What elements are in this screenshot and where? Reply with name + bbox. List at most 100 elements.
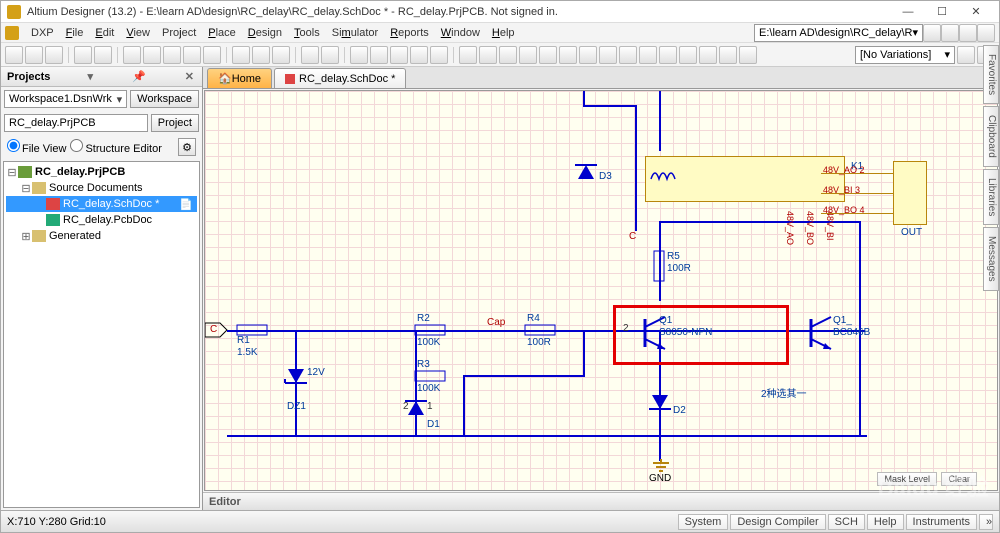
note-text: 2种选其一 <box>761 385 807 400</box>
menu-window[interactable]: Window <box>435 25 486 41</box>
rtab-messages[interactable]: Messages <box>983 227 999 291</box>
tb-new[interactable] <box>5 46 23 64</box>
sb-design-compiler[interactable]: Design Compiler <box>730 514 825 530</box>
menu-dxp[interactable]: DXP <box>25 25 60 41</box>
tb-2[interactable] <box>370 46 388 64</box>
tb-e[interactable] <box>203 46 221 64</box>
tb-net[interactable] <box>499 46 517 64</box>
tb-a[interactable] <box>123 46 141 64</box>
tb-nav1[interactable] <box>923 24 941 42</box>
tb-copy[interactable] <box>252 46 270 64</box>
tree-source-docs[interactable]: ⊟Source Documents <box>6 180 197 196</box>
tb-save[interactable] <box>45 46 63 64</box>
tree-generated[interactable]: ⊞Generated <box>6 228 197 244</box>
tb-nav3[interactable] <box>959 24 977 42</box>
menu-edit[interactable]: Edit <box>89 25 120 41</box>
tb-undo[interactable] <box>301 46 319 64</box>
path-combo[interactable]: E:\learn AD\design\RC_delay\R▾ <box>754 24 923 42</box>
window-title: Altium Designer (13.2) - E:\learn AD\des… <box>27 6 891 18</box>
panel-close-icon[interactable]: ✕ <box>183 70 196 83</box>
projects-tree[interactable]: ⊟RC_delay.PrjPCB ⊟Source Documents RC_de… <box>3 161 200 508</box>
tab-schdoc[interactable]: RC_delay.SchDoc * <box>274 68 406 88</box>
tb-open[interactable] <box>25 46 43 64</box>
menu-view[interactable]: View <box>120 25 156 41</box>
structure-editor-radio[interactable]: Structure Editor <box>70 139 161 155</box>
tb-print[interactable] <box>74 46 92 64</box>
menu-project[interactable]: Project <box>156 25 202 41</box>
tree-pcbdoc[interactable]: RC_delay.PcbDoc <box>6 212 197 228</box>
tb-redo[interactable] <box>321 46 339 64</box>
r1-des: R1 <box>237 335 250 346</box>
tb-nav4[interactable] <box>977 24 995 42</box>
projects-header: Projects ▾ 📌 ✕ <box>1 67 202 87</box>
title-bar: Altium Designer (13.2) - E:\learn AD\des… <box>1 1 999 23</box>
tb-port[interactable] <box>599 46 617 64</box>
tb-4[interactable] <box>410 46 428 64</box>
tb-gnd[interactable] <box>519 46 537 64</box>
tb-x4[interactable] <box>679 46 697 64</box>
tb-b[interactable] <box>143 46 161 64</box>
panel-pin-icon[interactable]: 📌 <box>130 70 148 83</box>
tb-c[interactable] <box>163 46 181 64</box>
watermark: Baidu 经验 <box>878 470 989 502</box>
panel-menu-icon[interactable]: ▾ <box>85 70 95 83</box>
tab-home[interactable]: 🏠 Home <box>207 68 272 88</box>
schematic-canvas[interactable]: C R1 1.5K R2 <box>204 90 998 491</box>
sb-more-icon[interactable]: » <box>979 514 993 530</box>
tb-paste[interactable] <box>272 46 290 64</box>
out-label: OUT <box>901 227 922 238</box>
tb-x7[interactable] <box>739 46 757 64</box>
maximize-button[interactable]: ☐ <box>925 2 959 22</box>
tb-bus[interactable] <box>479 46 497 64</box>
variations-combo[interactable]: [No Variations]▾ <box>855 46 955 64</box>
editor-area: 🏠 Home RC_delay.SchDoc * C <box>203 67 999 510</box>
panel-options-icon[interactable]: ⚙ <box>178 138 196 156</box>
workspace-combo[interactable]: Workspace1.DsnWrk▾ <box>4 90 127 108</box>
rtab-libraries[interactable]: Libraries <box>983 169 999 225</box>
tb-x1[interactable] <box>619 46 637 64</box>
sb-instruments[interactable]: Instruments <box>906 514 977 530</box>
minimize-button[interactable]: — <box>891 2 925 22</box>
status-coords: X:710 Y:280 Grid:10 <box>7 516 106 528</box>
r4-des: R4 <box>527 313 540 324</box>
tb-x6[interactable] <box>719 46 737 64</box>
tb-5[interactable] <box>430 46 448 64</box>
menu-simulator[interactable]: Simulator <box>326 25 384 41</box>
tb-wire[interactable] <box>459 46 477 64</box>
d1-des: D1 <box>427 419 440 430</box>
project-combo[interactable]: RC_delay.PrjPCB <box>4 114 148 132</box>
menu-reports[interactable]: Reports <box>384 25 435 41</box>
app-icon <box>7 5 21 19</box>
sb-help[interactable]: Help <box>867 514 904 530</box>
tb-vcc[interactable] <box>539 46 557 64</box>
tree-schdoc[interactable]: RC_delay.SchDoc *📄 <box>6 196 197 212</box>
tb-x5[interactable] <box>699 46 717 64</box>
q1-des: Q1 <box>659 315 672 326</box>
tb-x3[interactable] <box>659 46 677 64</box>
menu-tools[interactable]: Tools <box>288 25 326 41</box>
menu-place[interactable]: Place <box>202 25 242 41</box>
rtab-favorites[interactable]: Favorites <box>983 45 999 104</box>
tb-cut[interactable] <box>232 46 250 64</box>
tb-1[interactable] <box>350 46 368 64</box>
menu-design[interactable]: Design <box>242 25 288 41</box>
d3-des: D3 <box>599 171 612 182</box>
rtab-clipboard[interactable]: Clipboard <box>983 106 999 167</box>
tb-r1[interactable] <box>957 46 975 64</box>
menu-help[interactable]: Help <box>486 25 521 41</box>
sb-system[interactable]: System <box>678 514 729 530</box>
tb-sheet[interactable] <box>579 46 597 64</box>
tb-x2[interactable] <box>639 46 657 64</box>
menu-file[interactable]: File <box>60 25 90 41</box>
file-view-radio[interactable]: File View <box>7 139 66 155</box>
project-button[interactable]: Project <box>151 114 199 132</box>
tb-part[interactable] <box>559 46 577 64</box>
tb-d[interactable] <box>183 46 201 64</box>
tb-nav2[interactable] <box>941 24 959 42</box>
sb-sch[interactable]: SCH <box>828 514 865 530</box>
tree-project[interactable]: ⊟RC_delay.PrjPCB <box>6 164 197 180</box>
close-button[interactable]: ✕ <box>959 2 993 22</box>
tb-preview[interactable] <box>94 46 112 64</box>
tb-3[interactable] <box>390 46 408 64</box>
workspace-button[interactable]: Workspace <box>130 90 199 108</box>
